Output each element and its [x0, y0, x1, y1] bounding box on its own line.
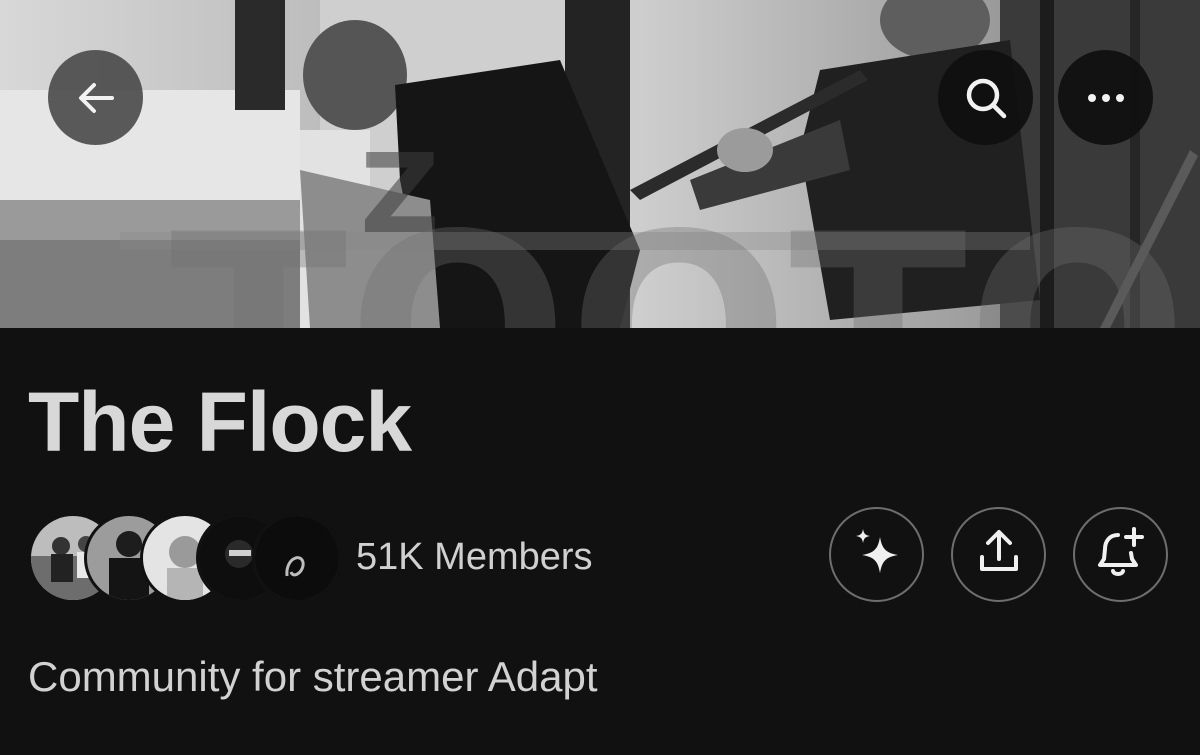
member-avatars[interactable] [28, 513, 342, 603]
banner-image: Z TOOTO [0, 0, 1200, 328]
member-avatar [252, 513, 342, 603]
search-icon [961, 73, 1011, 123]
back-button[interactable] [48, 50, 143, 145]
more-options-button[interactable] [1058, 50, 1153, 145]
more-horizontal-icon [1086, 92, 1126, 104]
grok-summary-button[interactable] [829, 507, 924, 602]
sparkle-icon [850, 525, 904, 584]
svg-text:TOOTO: TOOTO [170, 180, 1188, 328]
community-name: The Flock [28, 375, 412, 469]
notifications-button[interactable] [1073, 507, 1168, 602]
share-button[interactable] [951, 507, 1046, 602]
bell-plus-icon [1094, 525, 1148, 584]
community-description: Community for streamer Adapt [28, 653, 598, 700]
members-count[interactable]: 51K Members [356, 534, 593, 580]
community-banner: Z TOOTO [0, 0, 1200, 328]
arrow-left-icon [74, 76, 118, 120]
share-upload-icon [974, 527, 1024, 582]
search-button[interactable] [938, 50, 1033, 145]
